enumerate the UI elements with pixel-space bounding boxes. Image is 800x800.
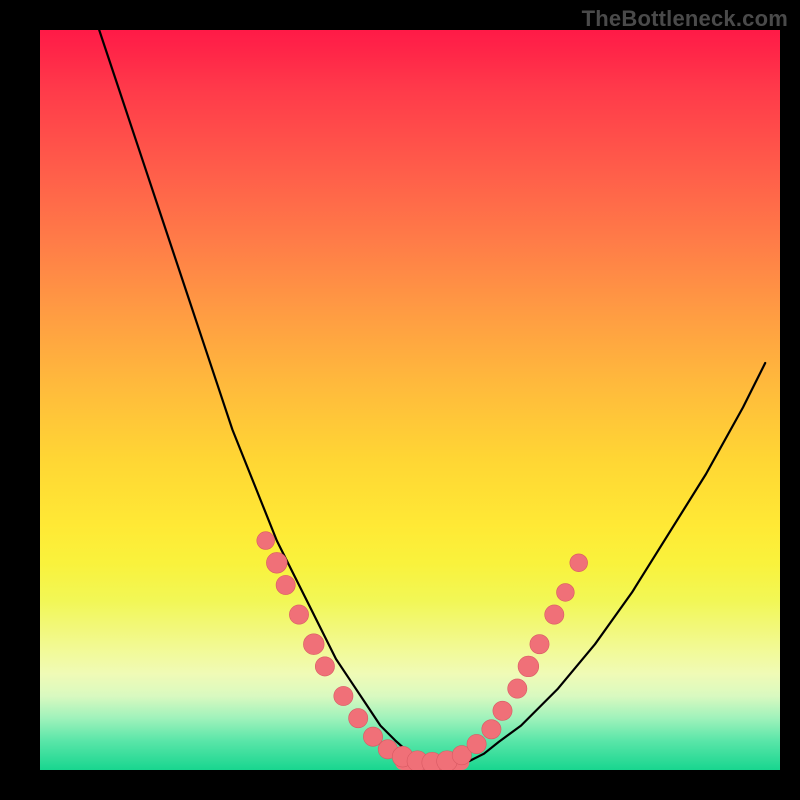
data-marker: [557, 584, 575, 602]
bottleneck-chart: [40, 30, 780, 770]
chart-frame: TheBottleneck.com: [0, 0, 800, 800]
data-marker: [303, 634, 324, 655]
data-marker: [493, 701, 512, 720]
data-marker: [266, 552, 287, 573]
data-marker: [545, 605, 564, 624]
data-marker: [508, 679, 527, 698]
data-marker: [276, 575, 295, 594]
data-marker: [530, 635, 549, 654]
data-marker: [482, 720, 501, 739]
data-marker: [363, 727, 382, 746]
watermark-text: TheBottleneck.com: [582, 6, 788, 32]
curve-line: [99, 30, 765, 764]
data-marker: [257, 532, 275, 550]
data-marker: [349, 709, 368, 728]
data-marker: [518, 656, 539, 677]
data-marker: [315, 657, 334, 676]
data-marker: [289, 605, 308, 624]
data-marker: [570, 554, 588, 572]
data-marker: [334, 686, 353, 705]
data-marker: [467, 734, 486, 753]
plot-area: [40, 30, 780, 770]
